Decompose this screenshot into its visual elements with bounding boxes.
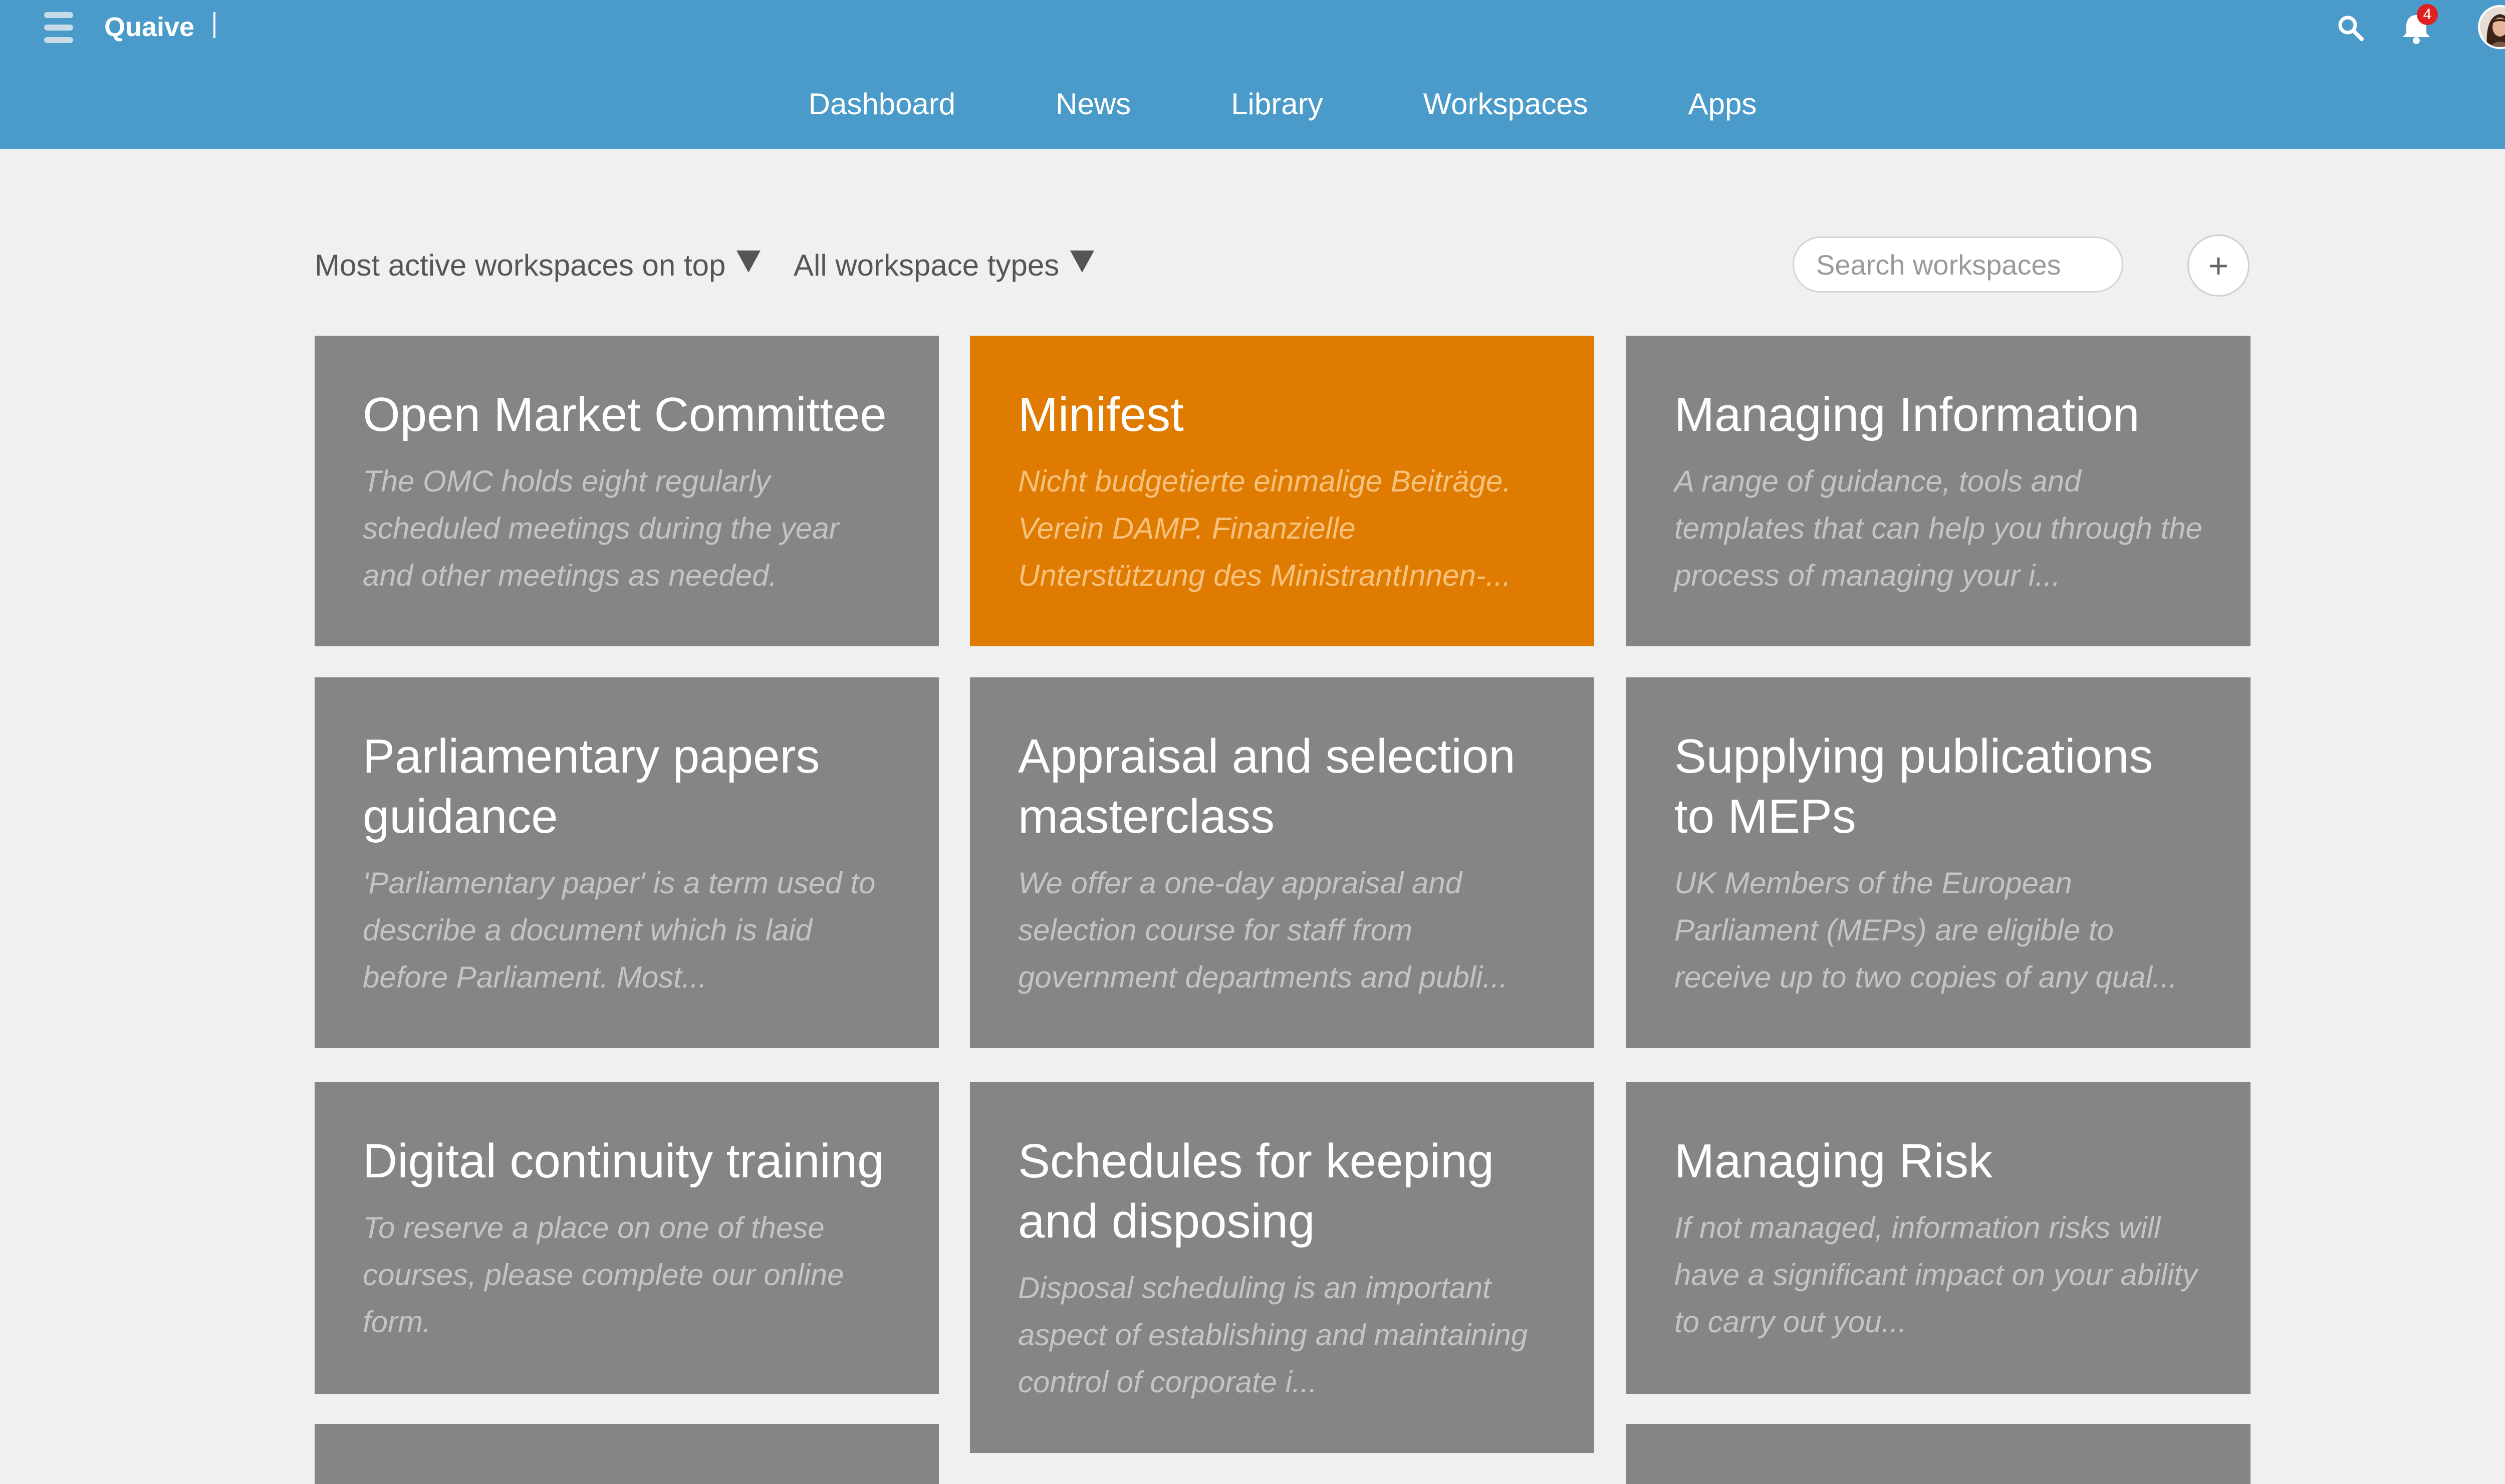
avatar-portrait-icon xyxy=(2480,7,2505,47)
workspace-title: Appraisal and selection masterclass xyxy=(1018,729,1516,843)
main-navigation: Dashboard News Library Workspaces Apps xyxy=(0,80,2505,128)
workspace-description: Disposal scheduling is an important aspe… xyxy=(1018,1271,1528,1399)
workspace-title: Managing Information xyxy=(1674,388,2140,441)
workspace-tile[interactable]: Digital continuity training To reserve a… xyxy=(315,1082,939,1394)
nav-dashboard[interactable]: Dashboard xyxy=(759,80,1006,128)
sort-order-label: Most active workspaces on top xyxy=(315,249,726,282)
search-icon[interactable] xyxy=(2337,14,2365,42)
workspace-title: Open Market Committee xyxy=(363,388,887,441)
workspace-tile-partial[interactable] xyxy=(315,1424,939,1484)
workspace-tile[interactable]: Managing Information A range of guidance… xyxy=(1626,336,2250,646)
workspace-tile[interactable]: Open Market Committee The OMC holds eigh… xyxy=(315,336,939,646)
workspace-tile-active[interactable]: Minifest Nicht budgetierte einmalige Bei… xyxy=(970,336,1594,646)
nav-apps[interactable]: Apps xyxy=(1638,80,1807,128)
workspace-description: If not managed, information risks will h… xyxy=(1674,1211,2197,1339)
workspace-description: 'Parliamentary paper' is a term used to … xyxy=(363,866,876,994)
workspace-description: A range of guidance, tools and templates… xyxy=(1674,464,2203,592)
workspace-tile[interactable]: Managing Risk If not managed, informatio… xyxy=(1626,1082,2250,1394)
workspace-title: Managing Risk xyxy=(1674,1134,1992,1188)
user-avatar[interactable] xyxy=(2478,5,2505,49)
hamburger-menu-icon[interactable] xyxy=(44,12,73,43)
brand-logo[interactable]: Quaive xyxy=(104,9,194,45)
dropdown-triangle-icon xyxy=(1070,251,1095,273)
brand-separator xyxy=(213,12,215,38)
workspace-title: Parliamentary papers guidance xyxy=(363,729,820,843)
workspace-description: The OMC holds eight regularly scheduled … xyxy=(363,464,839,592)
top-header: Quaive 4 Dashboard News Library Workspac… xyxy=(0,0,2505,149)
sort-order-dropdown[interactable]: Most active workspaces on top xyxy=(315,245,761,286)
workspace-type-dropdown[interactable]: All workspace types xyxy=(794,245,1095,286)
workspace-title: Supplying publications to MEPs xyxy=(1674,729,2153,843)
workspace-tile[interactable]: Supplying publications to MEPs UK Member… xyxy=(1626,677,2250,1048)
search-workspaces-input[interactable] xyxy=(1793,236,2123,293)
dropdown-triangle-icon xyxy=(736,251,761,273)
workspace-title: Digital continuity training xyxy=(363,1134,884,1188)
workspace-tile[interactable]: Parliamentary papers guidance 'Parliamen… xyxy=(315,677,939,1048)
nav-workspaces[interactable]: Workspaces xyxy=(1373,80,1638,128)
workspace-description: Nicht budgetierte einmalige Beiträge. Ve… xyxy=(1018,464,1511,592)
workspace-description: UK Members of the European Parliament (M… xyxy=(1674,866,2177,994)
workspace-tile-partial[interactable] xyxy=(1626,1424,2250,1484)
workspace-type-label: All workspace types xyxy=(794,249,1060,282)
notification-count-badge: 4 xyxy=(2417,4,2438,25)
add-workspace-button[interactable]: + xyxy=(2187,234,2249,297)
workspace-description: To reserve a place on one of these cours… xyxy=(363,1211,844,1339)
nav-news[interactable]: News xyxy=(1006,80,1181,128)
workspace-tile[interactable]: Appraisal and selection masterclass We o… xyxy=(970,677,1594,1048)
workspace-title: Minifest xyxy=(1018,388,1184,441)
nav-library[interactable]: Library xyxy=(1181,80,1373,128)
workspace-description: We offer a one-day appraisal and selecti… xyxy=(1018,866,1508,994)
workspace-tile[interactable]: Schedules for keeping and disposing Disp… xyxy=(970,1082,1594,1453)
workspace-title: Schedules for keeping and disposing xyxy=(1018,1134,1494,1248)
